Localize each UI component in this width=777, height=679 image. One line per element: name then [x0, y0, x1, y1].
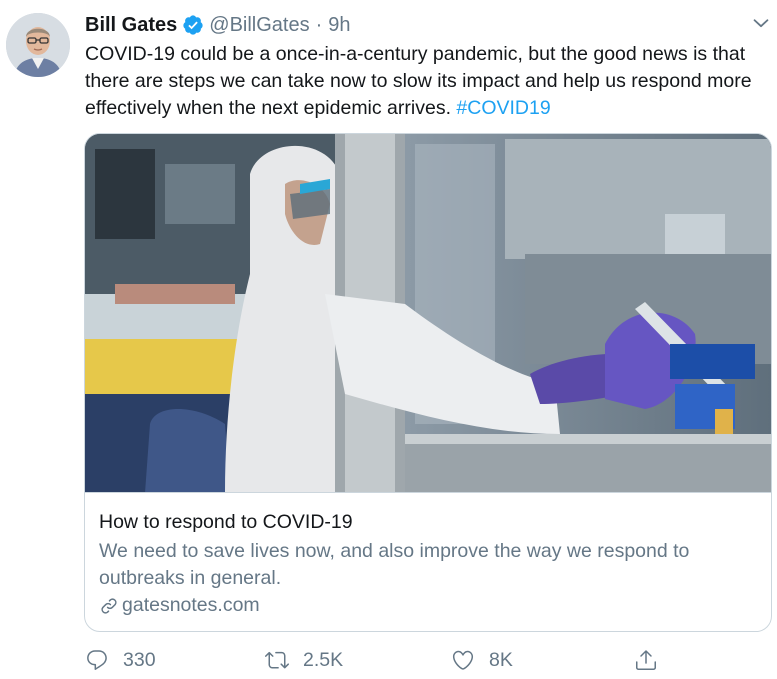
reply-button[interactable]: 330: [85, 645, 156, 675]
tweet-text: COVID-19 could be a once-in-a-century pa…: [85, 41, 765, 122]
card-domain-text: gatesnotes.com: [122, 594, 260, 616]
link-icon: [101, 597, 117, 614]
author-handle[interactable]: @BillGates: [209, 14, 309, 37]
reply-icon: [87, 650, 107, 670]
timestamp[interactable]: 9h: [328, 14, 350, 37]
hashtag-link[interactable]: #COVID19: [456, 97, 550, 119]
retweet-count: 2.5K: [303, 648, 344, 671]
share-button[interactable]: [634, 645, 672, 675]
like-button[interactable]: 8K: [451, 645, 513, 675]
link-card[interactable]: How to respond to COVID-19 We need to sa…: [84, 133, 772, 632]
separator-dot: ·: [315, 13, 323, 36]
like-count: 8K: [489, 648, 513, 671]
verified-badge-icon: [183, 15, 203, 35]
share-icon: [636, 650, 656, 670]
tweet[interactable]: Bill Gates @BillGates · 9h COVID-19 coul…: [0, 0, 777, 679]
card-title: How to respond to COVID-19: [99, 511, 353, 533]
chevron-down-icon[interactable]: [750, 12, 772, 34]
tweet-header: Bill Gates @BillGates · 9h: [85, 13, 351, 37]
card-domain: gatesnotes.com: [99, 594, 260, 617]
retweet-icon: [265, 651, 289, 669]
tweet-text-body: COVID-19 could be a once-in-a-century pa…: [85, 43, 752, 119]
author-name[interactable]: Bill Gates: [85, 14, 177, 37]
card-description: We need to save lives now, and also impr…: [99, 540, 690, 589]
retweet-button[interactable]: 2.5K: [265, 645, 343, 675]
card-image[interactable]: [85, 134, 771, 493]
tweet-actions: 330 2.5K 8K: [85, 645, 765, 675]
avatar[interactable]: [6, 13, 70, 77]
reply-count: 330: [123, 648, 156, 671]
heart-icon: [452, 650, 474, 670]
